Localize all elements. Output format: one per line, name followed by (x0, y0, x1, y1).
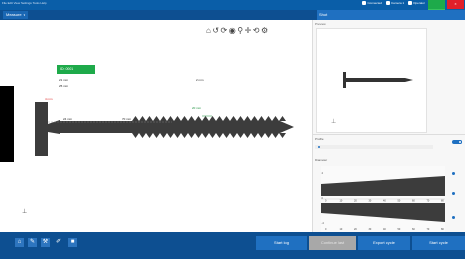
screw-thread (60, 116, 294, 138)
rotate-icon[interactable]: ↺ (212, 27, 219, 35)
crosshair-icon[interactable]: ✛ (245, 27, 252, 35)
preview-thumbnail[interactable]: ⊥ (316, 28, 427, 133)
start-cycle-button[interactable]: Start cycle (412, 236, 465, 250)
measurement-label: 25 mm (59, 84, 69, 88)
nav-bar: Measure ▾ Shot (0, 10, 465, 20)
screw-part (35, 102, 294, 156)
side-panel: Preview ⊥ Profile Diameter 0 0 10 10 20 20 30 3… (312, 20, 465, 232)
continue-last-button[interactable]: Continue last (309, 236, 356, 250)
tools-icon[interactable]: ⚒ (41, 238, 50, 247)
edit-icon[interactable]: ✎ (28, 238, 37, 247)
start-button[interactable] (428, 0, 445, 9)
graph-handle[interactable] (452, 192, 455, 195)
status-area: Connected Camera 1 Operator (362, 0, 425, 5)
view-toolbar: ⌂ ↺ ⟳ ◉ ⚲ ✛ ⟲ ⚙ (206, 27, 268, 35)
start-log-button[interactable]: Start log (256, 236, 307, 250)
profile-label: Profile (315, 137, 324, 141)
preview-shaft (346, 78, 413, 82)
mode-selector[interactable]: Measure ▾ (3, 11, 29, 19)
axis-icon: ⊥ (331, 118, 336, 125)
profile-slider[interactable] (315, 145, 433, 149)
home-icon[interactable]: ⌂ (206, 27, 211, 35)
part-id-label: ID: 0001 (57, 65, 95, 74)
pen-icon[interactable]: ✐ (54, 238, 63, 247)
refresh-icon[interactable]: ⟳ (221, 27, 228, 35)
divider (313, 134, 465, 135)
screw-head (35, 102, 48, 156)
title-bar: File Edit View Settings Tools Help Conne… (0, 0, 465, 10)
status-item: Camera 1 (385, 0, 404, 5)
chevron-down-icon: ▾ (23, 13, 26, 17)
tab-label: Shot (319, 12, 328, 17)
preview-screw: ⊥ (331, 72, 413, 125)
reset-icon[interactable]: ⟲ (253, 27, 260, 35)
view-icon[interactable]: ◉ (229, 27, 236, 35)
diameter-graph: 001010202030304040505060607070808040-4 (321, 166, 445, 232)
export-cycle-button[interactable]: Export cycle (358, 236, 410, 250)
status-item: Operator (408, 0, 425, 5)
measurement-label: 2 mm (196, 78, 204, 82)
graph-label: Diameter (315, 158, 328, 162)
close-button[interactable]: X (447, 0, 464, 9)
menu-bar[interactable]: File Edit View Settings Tools Help (2, 1, 47, 5)
status-item: Connected (362, 0, 382, 5)
camera-icon (385, 0, 390, 5)
window-edge (0, 86, 14, 162)
graph-handle[interactable] (452, 216, 455, 219)
axis-icon: ⊥ (22, 209, 28, 215)
stop-icon[interactable]: ■ (68, 238, 77, 247)
measurement-label: 21 mm (59, 78, 69, 82)
preview-head (343, 72, 346, 88)
graph-handle[interactable] (452, 172, 455, 175)
zoom-icon[interactable]: ⚲ (237, 27, 243, 35)
mode-selector-label: Measure (6, 12, 22, 17)
preview-header: Preview (315, 22, 326, 26)
profile-toggle[interactable] (452, 140, 462, 144)
home-icon[interactable]: ⌂ (15, 238, 24, 247)
footer-bar: ⌂ ✎ ⚒ ✐ ■ Start log Continue last Export… (0, 232, 465, 259)
connection-icon (362, 0, 367, 5)
user-icon (408, 0, 413, 5)
tab-shot[interactable]: Shot (317, 10, 465, 20)
settings-icon[interactable]: ⚙ (261, 27, 268, 35)
